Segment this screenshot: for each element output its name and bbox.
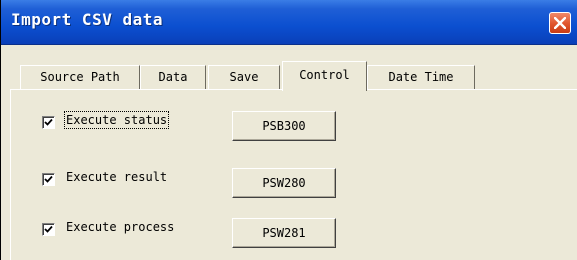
psb300-button[interactable]: PSB300 bbox=[232, 111, 336, 141]
execute-result-label[interactable]: Execute result bbox=[66, 170, 167, 184]
tab-date-time[interactable]: Date Time bbox=[367, 65, 475, 89]
tab-control[interactable]: Control bbox=[282, 61, 367, 91]
execute-result-checkbox[interactable] bbox=[42, 173, 55, 186]
checkmark-icon bbox=[44, 225, 53, 233]
psw280-button[interactable]: PSW280 bbox=[232, 168, 336, 198]
checkmark-icon bbox=[44, 175, 53, 183]
checkmark-icon bbox=[44, 118, 53, 126]
tab-source-path[interactable]: Source Path bbox=[20, 65, 140, 89]
execute-status-checkbox[interactable] bbox=[42, 116, 55, 129]
tab-label: Source Path bbox=[40, 70, 120, 84]
title-bar[interactable]: Import CSV data bbox=[1, 0, 577, 45]
control-tab-panel: Execute status PSB300 Execute result PSW… bbox=[10, 89, 577, 260]
execute-status-label[interactable]: Execute status bbox=[63, 111, 170, 129]
execute-process-label[interactable]: Execute process bbox=[66, 220, 174, 234]
tab-data[interactable]: Data bbox=[140, 65, 206, 89]
tab-label: Save bbox=[229, 70, 259, 84]
close-icon bbox=[554, 17, 566, 29]
close-button[interactable] bbox=[549, 12, 571, 34]
tab-label: Data bbox=[158, 70, 188, 84]
tab-save[interactable]: Save bbox=[208, 65, 280, 89]
psw281-button[interactable]: PSW281 bbox=[232, 218, 336, 248]
tab-label: Date Time bbox=[388, 70, 454, 84]
execute-process-checkbox[interactable] bbox=[42, 223, 55, 236]
import-csv-dialog: Import CSV data Source Path Data Save Co… bbox=[0, 0, 577, 260]
window-title: Import CSV data bbox=[11, 10, 163, 29]
tab-label: Control bbox=[299, 68, 350, 82]
